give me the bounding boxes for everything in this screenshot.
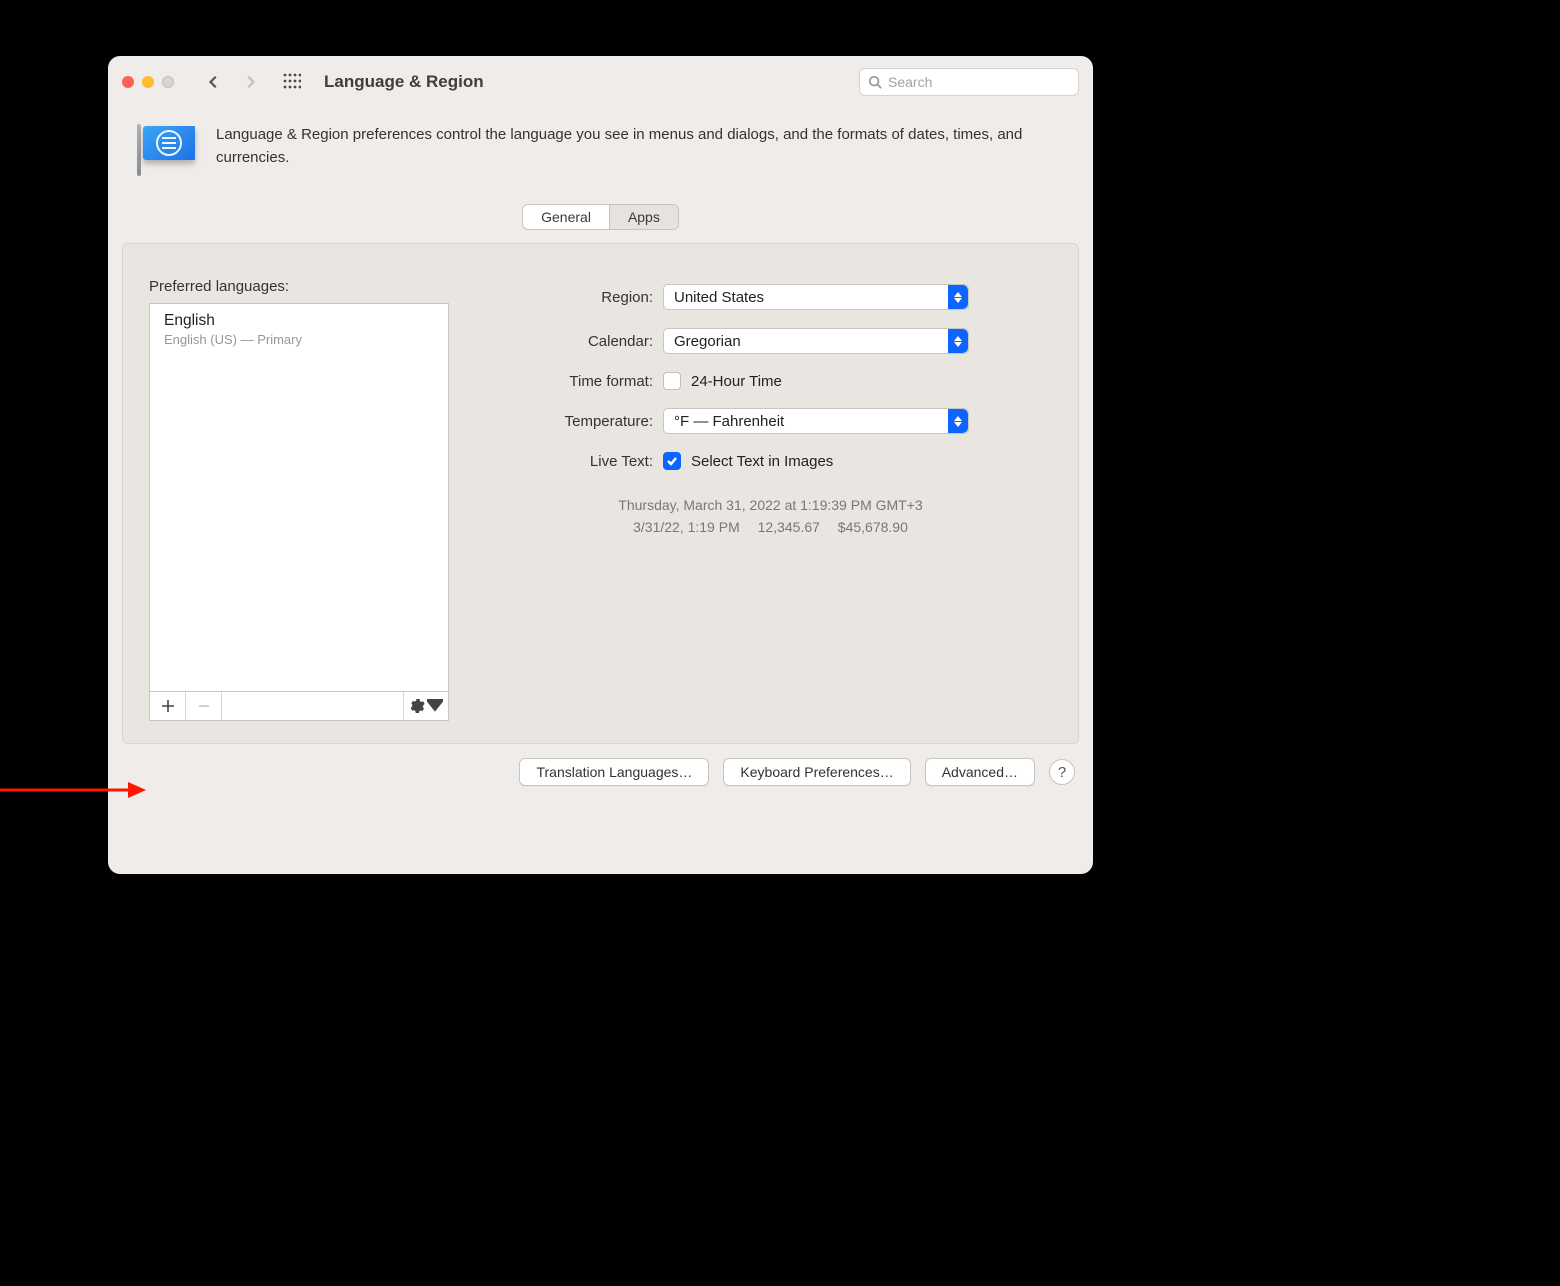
help-button[interactable]: ? — [1049, 759, 1075, 785]
forward-button — [236, 68, 264, 96]
region-value: United States — [674, 289, 764, 306]
gear-icon — [409, 698, 425, 714]
minimize-window-button[interactable] — [142, 76, 154, 88]
time-format-checkbox[interactable] — [663, 372, 681, 390]
search-icon — [868, 75, 882, 89]
preferred-languages-label: Preferred languages: — [149, 278, 449, 295]
example-line-1: Thursday, March 31, 2022 at 1:19:39 PM G… — [489, 494, 1052, 516]
calendar-value: Gregorian — [674, 333, 741, 350]
description-text: Language & Region preferences control th… — [216, 124, 1071, 184]
advanced-button[interactable]: Advanced… — [925, 758, 1035, 786]
close-window-button[interactable] — [122, 76, 134, 88]
select-stepper-icon — [948, 409, 968, 433]
window-toolbar: Language & Region — [108, 56, 1093, 108]
region-row: Region: United States — [489, 284, 1052, 310]
live-text-row: Live Text: Select Text in Images — [489, 452, 1052, 470]
tab-general[interactable]: General — [523, 205, 609, 229]
window-title: Language & Region — [324, 72, 484, 92]
keyboard-preferences-button[interactable]: Keyboard Preferences… — [723, 758, 910, 786]
traffic-lights — [122, 76, 174, 88]
language-sub: English (US) — Primary — [164, 332, 434, 347]
zoom-window-button — [162, 76, 174, 88]
back-button[interactable] — [200, 68, 228, 96]
live-text-checkbox[interactable] — [663, 452, 681, 470]
tab-apps[interactable]: Apps — [609, 205, 678, 229]
add-language-button[interactable] — [150, 692, 186, 720]
description-row: Language & Region preferences control th… — [108, 108, 1093, 204]
check-icon — [666, 455, 678, 467]
language-name: English — [164, 312, 434, 330]
bottom-button-row: Translation Languages… Keyboard Preferen… — [108, 758, 1093, 802]
region-select[interactable]: United States — [663, 284, 969, 310]
translation-languages-button[interactable]: Translation Languages… — [519, 758, 709, 786]
calendar-select[interactable]: Gregorian — [663, 328, 969, 354]
live-text-label: Live Text: — [489, 453, 663, 470]
language-list-footer — [149, 691, 449, 721]
search-field[interactable] — [859, 68, 1079, 96]
temperature-select[interactable]: °F — Fahrenheit — [663, 408, 969, 434]
time-format-value: 24-Hour Time — [691, 373, 782, 390]
select-stepper-icon — [948, 285, 968, 309]
language-list[interactable]: English English (US) — Primary — [149, 303, 449, 691]
tab-control-row: General Apps — [108, 204, 1093, 230]
time-format-row: Time format: 24-Hour Time — [489, 372, 1052, 390]
language-actions-menu[interactable] — [404, 692, 448, 720]
tab-control: General Apps — [522, 204, 679, 230]
chevron-down-icon — [427, 698, 443, 714]
format-example: Thursday, March 31, 2022 at 1:19:39 PM G… — [489, 494, 1052, 539]
calendar-row: Calendar: Gregorian — [489, 328, 1052, 354]
preferred-languages-section: Preferred languages: English English (US… — [149, 278, 449, 721]
globe-flag-icon — [130, 124, 204, 184]
calendar-label: Calendar: — [489, 333, 663, 350]
minus-icon — [197, 699, 211, 713]
select-stepper-icon — [948, 329, 968, 353]
temperature-value: °F — Fahrenheit — [674, 413, 784, 430]
main-panel: Preferred languages: English English (US… — [122, 243, 1079, 744]
preferences-window: Language & Region Language & Region pref… — [108, 56, 1093, 874]
temperature-label: Temperature: — [489, 413, 663, 430]
show-all-button[interactable] — [278, 68, 306, 96]
remove-language-button — [186, 692, 222, 720]
region-label: Region: — [489, 289, 663, 306]
search-input[interactable] — [888, 74, 1070, 90]
temperature-row: Temperature: °F — Fahrenheit — [489, 408, 1052, 434]
footer-spacer — [222, 692, 404, 720]
settings-form: Region: United States Calendar: Gregoria… — [489, 278, 1052, 721]
list-item[interactable]: English English (US) — Primary — [150, 304, 448, 353]
example-line-2: 3/31/22, 1:19 PM 12,345.67 $45,678.90 — [489, 516, 1052, 538]
time-format-label: Time format: — [489, 373, 663, 390]
plus-icon — [161, 699, 175, 713]
live-text-value: Select Text in Images — [691, 453, 833, 470]
